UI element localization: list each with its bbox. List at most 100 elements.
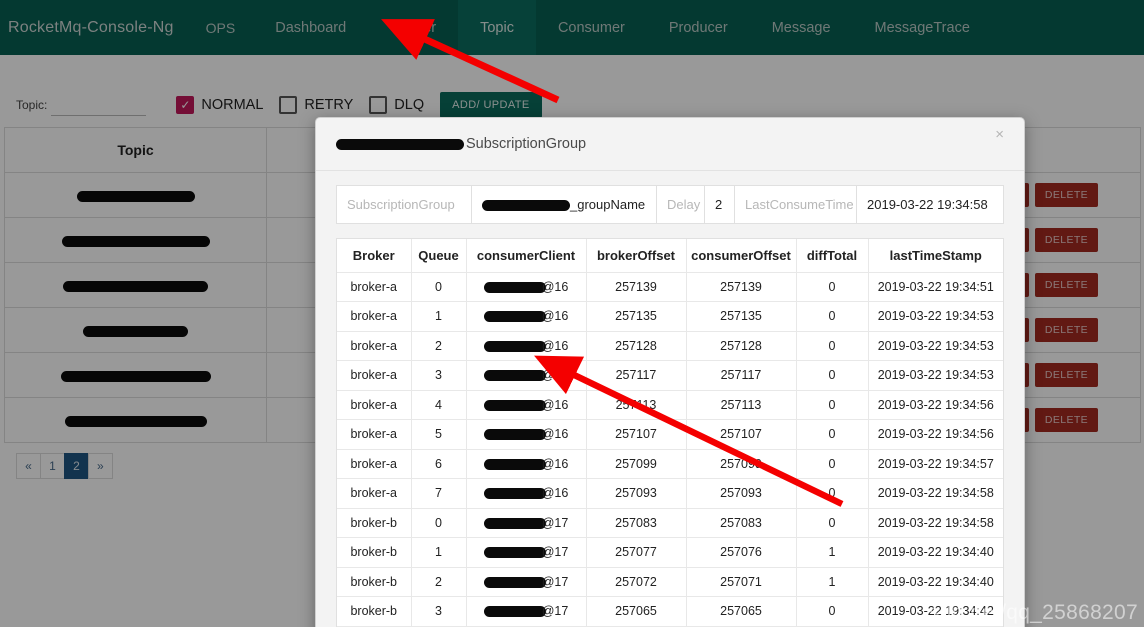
- table-row: broker-b 2 @17 257072 257071 1 2019-03-22 19:3…: [337, 567, 1003, 597]
- consumer-detail-scroll[interactable]: Broker Queue consumerClient brokerOffset…: [336, 238, 1004, 627]
- cell-last-timestamp: 2019-03-22 19:34:53: [868, 331, 1003, 361]
- cell-queue: 2: [411, 331, 467, 361]
- client-port-suffix: @16: [541, 427, 569, 442]
- cell-queue: 7: [411, 478, 467, 509]
- cell-broker: broker-a: [337, 449, 412, 479]
- consumer-detail-table: Broker Queue consumerClient brokerOffset…: [337, 239, 1003, 627]
- redacted-client-ip: [483, 429, 546, 441]
- cell-queue: 0: [411, 272, 467, 302]
- cell-consumer-offset: 257099: [686, 449, 797, 479]
- cell-consumer-offset: 257083: [686, 508, 797, 538]
- cell-last-timestamp: 2019-03-22 19:34:58: [868, 508, 1003, 538]
- cell-consumer-client: @16: [466, 331, 587, 361]
- cell-broker: broker-b: [337, 567, 412, 597]
- cell-broker-offset: 257113: [586, 390, 687, 420]
- cell-last-timestamp: 2019-03-22 19:34:51: [868, 272, 1003, 302]
- cell-broker-offset: 257077: [586, 537, 687, 568]
- cell-broker-offset: 257083: [586, 508, 687, 538]
- cell-queue: 1: [411, 537, 467, 568]
- redacted-client-ip: [483, 458, 546, 470]
- info-label-subscription-group: SubscriptionGroup: [336, 185, 472, 224]
- subscription-info-row: SubscriptionGroup _groupName Delay 2 Las…: [336, 185, 1004, 224]
- cell-last-timestamp: 2019-03-22 19:34:57: [868, 449, 1003, 479]
- redacted-topic-name: [336, 138, 464, 150]
- cell-consumer-offset: 257139: [686, 272, 797, 302]
- cell-broker: broker-a: [337, 301, 412, 332]
- cell-queue: 0: [411, 508, 467, 538]
- cell-consumer-offset: 257071: [686, 567, 797, 597]
- client-port-suffix: @17: [541, 604, 569, 619]
- group-name-suffix: _groupName: [570, 197, 646, 212]
- cell-diff-total: 1: [796, 567, 869, 597]
- cell-broker: broker-a: [337, 360, 412, 391]
- cell-consumer-client: @16: [466, 449, 587, 479]
- cell-queue: 3: [411, 360, 467, 391]
- redacted-group-prefix: [482, 200, 570, 212]
- cell-consumer-client: @17: [466, 567, 587, 597]
- cell-queue: 4: [411, 390, 467, 420]
- close-icon[interactable]: ×: [989, 126, 1010, 143]
- client-port-suffix: @16: [541, 279, 569, 294]
- info-label-delay: Delay: [656, 185, 705, 224]
- client-port-suffix: @16: [541, 338, 569, 353]
- cell-broker-offset: 257139: [586, 272, 687, 302]
- client-port-suffix: @16: [541, 309, 569, 324]
- cell-broker: broker-a: [337, 331, 412, 361]
- client-port-suffix: @17: [541, 515, 569, 530]
- cell-broker: broker-a: [337, 419, 412, 450]
- cell-consumer-offset: 257117: [686, 360, 797, 391]
- column-header-consumer-offset: consumerOffset: [686, 239, 797, 273]
- cell-broker: broker-b: [337, 596, 412, 627]
- client-port-suffix: @17: [541, 574, 569, 589]
- cell-broker-offset: 257099: [586, 449, 687, 479]
- table-row: broker-b 0 @17 257083 257083 0 2019-03-22 19:3…: [337, 508, 1003, 538]
- cell-diff-total: 0: [796, 301, 869, 332]
- info-value-delay: 2: [704, 185, 735, 224]
- cell-last-timestamp: 2019-03-22 19:34:40: [868, 567, 1003, 597]
- cell-consumer-client: @16: [466, 272, 587, 302]
- cell-diff-total: 0: [796, 419, 869, 450]
- consumer-detail-body: broker-a 0 @16 257139 257139 0 2019-03-22 19:3…: [337, 272, 1003, 627]
- cell-broker-offset: 257107: [586, 419, 687, 450]
- cell-last-timestamp: 2019-03-22 19:34:56: [868, 419, 1003, 450]
- info-value-last-consume-time: 2019-03-22 19:34:58: [856, 185, 1004, 224]
- cell-consumer-offset: 257107: [686, 419, 797, 450]
- cell-broker: broker-a: [337, 390, 412, 420]
- cell-diff-total: 0: [796, 360, 869, 391]
- table-row: broker-b 3 @17 257065 257065 0 2019-03-22 19:3…: [337, 596, 1003, 627]
- column-header-queue: Queue: [411, 239, 467, 273]
- consumer-detail-header-row: Broker Queue consumerClient brokerOffset…: [337, 239, 1003, 273]
- client-port-suffix: @16: [541, 397, 569, 412]
- table-row: broker-a 3 @16 257117 257117 0 2019-03-22 19:3…: [337, 360, 1003, 391]
- cell-consumer-offset: 257128: [686, 331, 797, 361]
- cell-queue: 2: [411, 567, 467, 597]
- cell-queue: 3: [411, 596, 467, 627]
- cell-broker: broker-b: [337, 537, 412, 568]
- cell-consumer-client: @17: [466, 596, 587, 627]
- table-row: broker-a 5 @16 257107 257107 0 2019-03-22 19:3…: [337, 419, 1003, 450]
- redacted-client-ip: [483, 547, 546, 559]
- cell-last-timestamp: 2019-03-22 19:34:53: [868, 360, 1003, 391]
- app-root: RocketMq-Console-Ng OPS Dashboard Cluste…: [0, 0, 1144, 627]
- redacted-client-ip: [483, 281, 546, 293]
- modal-title-suffix: SubscriptionGroup: [466, 136, 587, 152]
- client-port-suffix: @17: [541, 545, 569, 560]
- cell-broker-offset: 257117: [586, 360, 687, 391]
- column-header-broker-offset: brokerOffset: [586, 239, 687, 273]
- cell-consumer-offset: 257135: [686, 301, 797, 332]
- modal-header: SubscriptionGroup ×: [316, 118, 1024, 171]
- cell-broker-offset: 257093: [586, 478, 687, 509]
- column-header-consumer-client: consumerClient: [466, 239, 587, 273]
- cell-consumer-offset: 257093: [686, 478, 797, 509]
- cell-last-timestamp: 2019-03-22 19:34:40: [868, 537, 1003, 568]
- cell-diff-total: 0: [796, 508, 869, 538]
- cell-consumer-offset: 257113: [686, 390, 797, 420]
- cell-queue: 6: [411, 449, 467, 479]
- cell-diff-total: 0: [796, 449, 869, 479]
- cell-broker: broker-a: [337, 478, 412, 509]
- redacted-client-ip: [483, 517, 546, 529]
- cell-diff-total: 0: [796, 272, 869, 302]
- cell-consumer-offset: 257076: [686, 537, 797, 568]
- consumer-detail-head: Broker Queue consumerClient brokerOffset…: [337, 239, 1003, 273]
- table-row: broker-a 4 @16 257113 257113 0 2019-03-22 19:3…: [337, 390, 1003, 420]
